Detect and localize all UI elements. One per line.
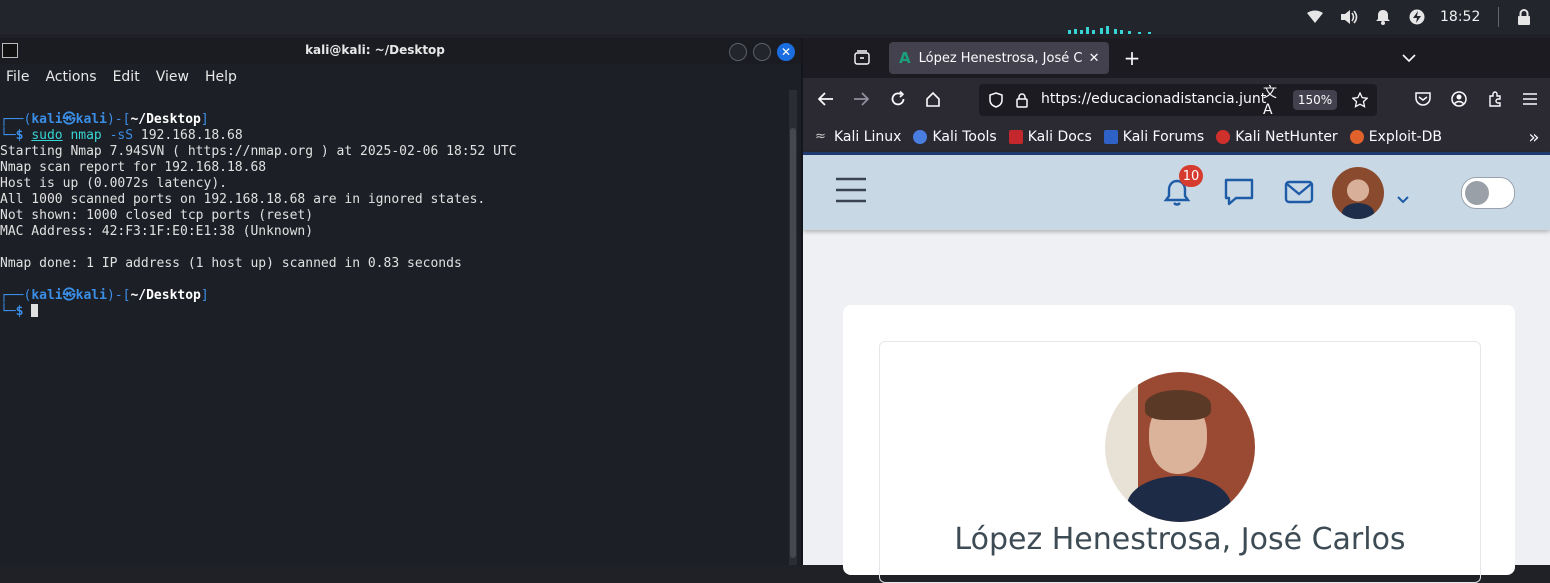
notification-badge: 10 <box>1179 165 1203 187</box>
navigation-bar: https://educacionadistancia.junt 文A 150% <box>803 78 1550 122</box>
output-line: Nmap scan report for 192.168.18.68 <box>0 160 267 175</box>
home-icon[interactable] <box>922 88 944 110</box>
tray-divider <box>1498 7 1500 27</box>
bookmark-kali-forums[interactable]: Kali Forums <box>1103 129 1204 145</box>
wifi-icon[interactable] <box>1304 6 1326 28</box>
menu-actions[interactable]: Actions <box>45 69 96 85</box>
pocket-icon[interactable] <box>1412 88 1434 110</box>
profile-card-inner: López Henestrosa, José Carlos <box>879 341 1481 583</box>
toggle-knob <box>1465 181 1489 205</box>
kali-docs-icon <box>1008 130 1023 144</box>
web-page: 10 López Henestrosa, José Carlos <box>803 152 1550 583</box>
new-tab-icon[interactable]: + <box>1121 46 1143 70</box>
hamburger-menu-icon[interactable] <box>835 177 867 207</box>
url-text[interactable]: https://educacionadistancia.junt <box>1041 91 1273 107</box>
terminal-output[interactable]: ┌──(kali㉿kali)-[~/Desktop] └─$ sudo nmap… <box>0 112 517 320</box>
bookmark-kali-nethunter[interactable]: Kali NetHunter <box>1216 129 1338 145</box>
tab-strip: A López Henestrosa, José C ✕ + <box>803 38 1550 78</box>
translate-icon[interactable]: 文A <box>1263 85 1285 118</box>
output-line: Nmap done: 1 IP address (1 host up) scan… <box>0 256 462 271</box>
nethunter-icon <box>1216 130 1231 144</box>
bookmark-kali-tools[interactable]: Kali Tools <box>913 129 997 145</box>
bookmark-kali-linux[interactable]: ≈ Kali Linux <box>815 129 901 145</box>
exploit-db-icon <box>1349 130 1364 144</box>
chevron-down-icon[interactable] <box>1397 189 1409 208</box>
lock-icon[interactable] <box>1513 6 1535 28</box>
menu-file[interactable]: File <box>6 69 29 85</box>
back-icon[interactable] <box>815 88 837 110</box>
cmd-name: nmap <box>70 128 102 143</box>
output-line: MAC Address: 42:F3:1F:E0:E1:38 (Unknown) <box>0 224 314 239</box>
notifications-icon[interactable] <box>1372 6 1394 28</box>
profile-card: López Henestrosa, José Carlos <box>843 305 1515 583</box>
reload-icon[interactable] <box>887 88 909 110</box>
bookmark-exploit-db[interactable]: Exploit-DB <box>1349 129 1442 145</box>
terminal-menubar: File Actions Edit View Help <box>0 64 801 90</box>
output-line: All 1000 scanned ports on 192.168.18.68 … <box>0 192 486 207</box>
output-line: Host is up (0.0072s latency). <box>0 176 227 191</box>
bookmarks-toolbar: ≈ Kali Linux Kali Tools Kali Docs Kali Fo… <box>803 122 1550 152</box>
site-favicon-icon: A <box>899 49 911 67</box>
clock[interactable]: 18:52 <box>1440 9 1480 25</box>
terminal-titlebar[interactable]: kali@kali: ~/Desktop ✕ <box>0 38 801 64</box>
tab-groups-icon[interactable] <box>851 47 873 69</box>
menu-edit[interactable]: Edit <box>113 69 140 85</box>
tab-title: López Henestrosa, José C <box>918 50 1083 66</box>
user-avatar[interactable] <box>1332 167 1384 219</box>
top-panel: 18:52 <box>0 0 1550 34</box>
terminal-window[interactable]: kali@kali: ~/Desktop ✕ File Actions Edit… <box>0 38 803 565</box>
volume-icon[interactable] <box>1338 6 1360 28</box>
list-tabs-icon[interactable] <box>1398 47 1420 69</box>
kali-forums-icon <box>1103 130 1118 144</box>
kali-dragon-icon: ≈ <box>815 129 826 144</box>
kali-tools-icon <box>913 130 928 144</box>
tab-close-icon[interactable]: ✕ <box>1089 51 1100 66</box>
profile-name: López Henestrosa, José Carlos <box>954 522 1406 557</box>
menu-view[interactable]: View <box>156 69 189 85</box>
cmd-sudo: sudo <box>31 128 63 143</box>
minimize-button[interactable] <box>729 43 747 61</box>
forward-icon[interactable] <box>850 88 872 110</box>
menu-help[interactable]: Help <box>205 69 237 85</box>
menu-icon[interactable] <box>1519 88 1541 110</box>
bookmark-star-icon[interactable] <box>1349 89 1371 111</box>
tracking-protection-icon[interactable] <box>985 89 1007 111</box>
cmd-flag: -sS <box>109 128 134 143</box>
output-line: Not shown: 1000 closed tcp ports (reset) <box>0 208 314 223</box>
mail-icon[interactable] <box>1284 180 1314 208</box>
cmd-target: 192.168.18.68 <box>140 128 243 143</box>
power-status-icon[interactable] <box>1406 6 1428 28</box>
padlock-icon[interactable] <box>1011 89 1033 111</box>
terminal-scrollbar-thumb[interactable] <box>790 128 796 558</box>
output-line: Starting Nmap 7.94SVN ( https://nmap.org… <box>0 144 517 159</box>
more-bookmarks-icon[interactable]: » <box>1523 126 1545 148</box>
theme-toggle[interactable] <box>1461 177 1515 209</box>
chat-icon[interactable] <box>1224 178 1254 210</box>
extensions-icon[interactable] <box>1484 88 1506 110</box>
browser-window[interactable]: A López Henestrosa, José C ✕ + https://e… <box>803 38 1550 583</box>
zoom-level[interactable]: 150% <box>1293 90 1337 110</box>
cursor <box>31 304 39 317</box>
window-title: kali@kali: ~/Desktop <box>305 43 445 57</box>
bookmark-kali-docs[interactable]: Kali Docs <box>1008 129 1092 145</box>
account-icon[interactable] <box>1448 88 1470 110</box>
maximize-button[interactable] <box>753 43 771 61</box>
close-button[interactable]: ✕ <box>777 43 795 61</box>
cpu-graph <box>1068 26 1151 34</box>
tab-active[interactable]: A López Henestrosa, José C ✕ <box>889 42 1109 74</box>
site-header: 10 <box>803 152 1550 230</box>
url-bar[interactable]: https://educacionadistancia.junt 文A 150% <box>979 84 1377 118</box>
profile-photo <box>1105 372 1255 522</box>
